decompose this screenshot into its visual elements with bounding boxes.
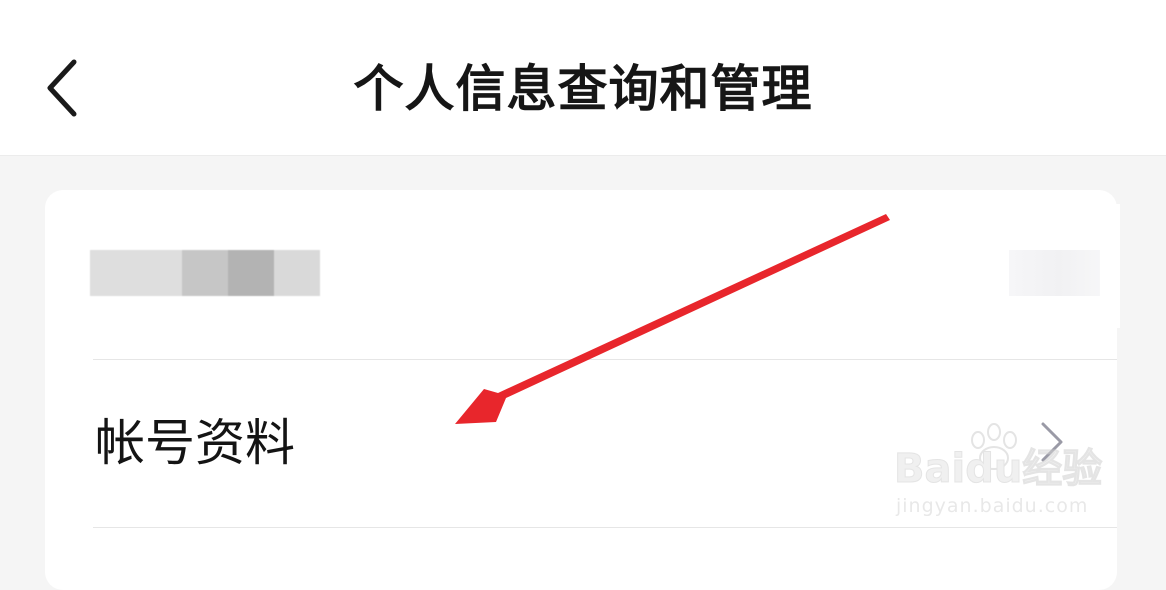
divider [93,527,1117,528]
account-card: 帐号资料 [45,190,1117,590]
account-info-label: 帐号资料 [95,414,295,472]
account-info-row[interactable]: 帐号资料 [45,360,1117,527]
redacted-account-value [1009,250,1109,296]
edge-strip [1100,204,1120,328]
redacted-account-name [90,250,320,296]
page-title: 个人信息查询和管理 [353,60,813,118]
top-navigation-bar: 个人信息查询和管理 [0,0,1166,156]
chevron-right-icon [1041,422,1063,462]
